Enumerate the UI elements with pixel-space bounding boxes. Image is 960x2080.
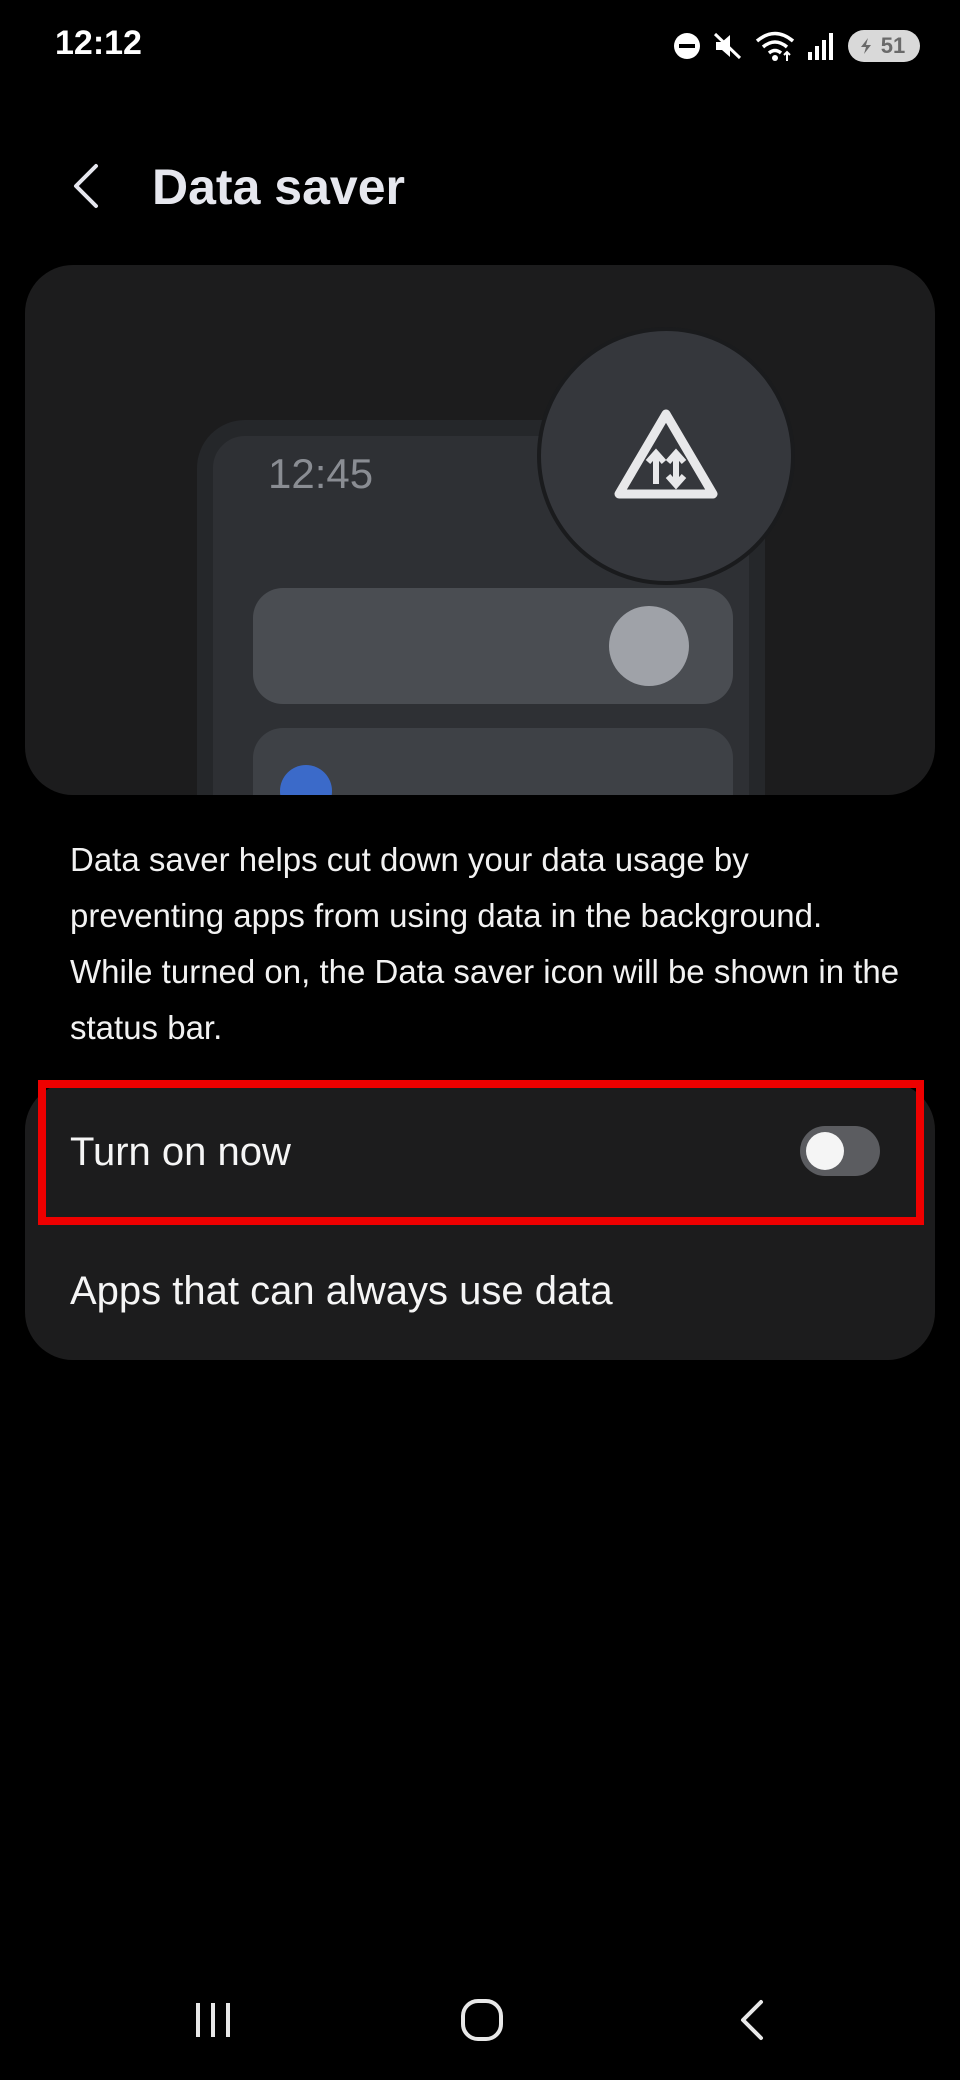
back-icon	[741, 2000, 763, 2040]
phone-mockup-time: 12:45	[268, 450, 374, 497]
do-not-disturb-icon	[674, 33, 700, 59]
chevron-left-icon	[74, 164, 98, 208]
nav-back-button[interactable]	[721, 1990, 781, 2050]
apps-always-use-data-row[interactable]: Apps that can always use data	[25, 1222, 935, 1360]
wifi-icon	[755, 31, 795, 61]
signal-icon	[808, 33, 833, 60]
home-icon	[461, 1999, 503, 2041]
status-icons: 51	[672, 26, 920, 66]
description-text: Data saver helps cut down your data usag…	[70, 841, 900, 1046]
magnifier-circle	[537, 327, 795, 585]
recent-apps-button[interactable]	[183, 1990, 243, 2050]
mockup-toggle-knob	[609, 606, 689, 686]
apps-always-use-data-label: Apps that can always use data	[70, 1268, 613, 1313]
home-button[interactable]	[452, 1990, 512, 2050]
navigation-bar	[0, 1960, 960, 2080]
mute-icon	[713, 32, 742, 60]
data-saver-icon	[614, 409, 718, 499]
back-button[interactable]	[58, 158, 114, 214]
page-title: Data saver	[152, 159, 405, 215]
data-saver-illustration: 12:45	[25, 265, 935, 795]
battery-icon: 51	[848, 30, 920, 62]
status-bar: 12:12 51	[0, 0, 960, 90]
header: Data saver	[0, 140, 960, 230]
highlight-box	[38, 1080, 924, 1225]
status-time: 12:12	[55, 24, 142, 62]
charging-bolt-icon	[861, 38, 871, 54]
recent-apps-icon	[196, 2003, 230, 2037]
